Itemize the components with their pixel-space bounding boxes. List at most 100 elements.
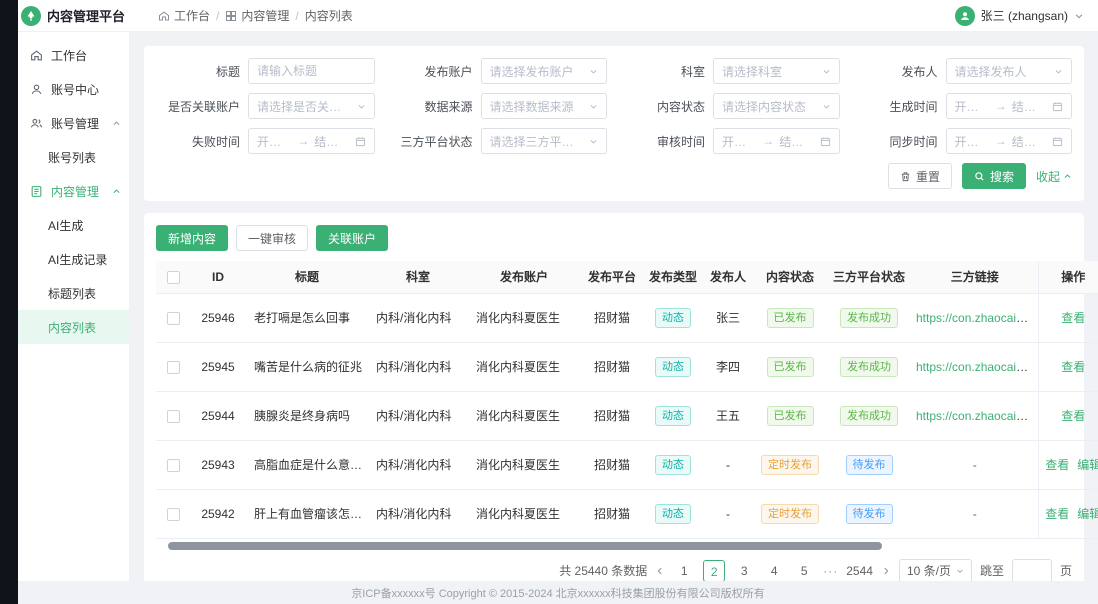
table-header-row: ID 标题 科室 发布账户 发布平台 发布类型 发布人 内容状态 三方平台状态 … (156, 261, 1098, 293)
pages-ellipsis[interactable]: ··· (823, 564, 838, 578)
sidebar-group-account-mgmt[interactable]: 账号管理 (18, 106, 129, 140)
page-button-last[interactable]: 2544 (846, 560, 873, 582)
publisher-label: 发布人 (854, 63, 938, 80)
col-actions: 操作 (1038, 261, 1098, 293)
sidebar-item-ai-record[interactable]: AI生成记录 (18, 242, 129, 276)
users-icon (30, 117, 44, 130)
select-all-checkbox[interactable] (167, 271, 180, 284)
source-select[interactable]: 请选择数据来源 (481, 93, 608, 119)
row-checkbox[interactable] (167, 312, 180, 325)
collapse-filters-link[interactable]: 收起 (1036, 168, 1072, 185)
pub-account-select[interactable]: 请选择发布账户 (481, 58, 608, 84)
content-status-select[interactable]: 请选择内容状态 (713, 93, 840, 119)
range-arrow: → (995, 99, 1007, 113)
reset-button[interactable]: 重置 (888, 163, 952, 189)
cell-publisher: 张三 (702, 293, 754, 342)
cell-dept: 内科/消化内科 (368, 391, 468, 440)
breadcrumb-workbench[interactable]: 工作台 (158, 7, 210, 24)
publisher-select[interactable]: 请选择发布人 (946, 58, 1073, 84)
search-button[interactable]: 搜索 (962, 163, 1026, 189)
fail-time-range[interactable]: 开始日期 → 结束日期 (248, 128, 375, 154)
page-button[interactable]: 1 (673, 560, 695, 582)
horizontal-scrollbar-thumb[interactable] (168, 542, 882, 550)
link-account-button[interactable]: 关联账户 (316, 225, 388, 251)
user-icon (30, 83, 44, 96)
row-checkbox[interactable] (167, 508, 180, 521)
dept-select[interactable]: 请选择科室 (713, 58, 840, 84)
add-content-button[interactable]: 新增内容 (156, 225, 228, 251)
title-input[interactable] (248, 58, 375, 84)
page-suffix-label: 页 (1060, 562, 1072, 579)
page-button[interactable]: 4 (763, 560, 785, 582)
gen-time-label: 生成时间 (854, 98, 938, 115)
cell-account: 消化内科夏医生 (468, 440, 580, 489)
third-status-label: 三方平台状态 (389, 133, 473, 150)
status-tag: 定时发布 (761, 504, 819, 524)
third-link[interactable]: - (973, 458, 977, 472)
calendar-icon (820, 136, 831, 147)
batch-audit-button[interactable]: 一键审核 (236, 225, 308, 251)
jump-label: 跳至 (980, 562, 1004, 579)
third-link[interactable]: https://con.zhaocaimao... (916, 360, 1038, 374)
jump-page-input[interactable] (1012, 559, 1052, 582)
cell-id: 25942 (190, 489, 246, 538)
third-link[interactable]: - (973, 507, 977, 521)
sidebar-item-content-list[interactable]: 内容列表 (18, 310, 129, 344)
sidebar-group-content-mgmt[interactable]: 内容管理 (18, 174, 129, 208)
col-third-status: 三方平台状态 (826, 261, 912, 293)
chevron-up-icon (112, 119, 121, 128)
view-button[interactable]: 查看 (1045, 507, 1069, 521)
row-checkbox[interactable] (167, 361, 180, 374)
next-page-button[interactable] (881, 566, 891, 576)
sidebar-item-title-list[interactable]: 标题列表 (18, 276, 129, 310)
page-button[interactable]: 3 (733, 560, 755, 582)
sync-time-label: 同步时间 (854, 133, 938, 150)
view-button[interactable]: 查看 (1061, 360, 1085, 374)
view-button[interactable]: 查看 (1061, 409, 1085, 423)
sidebar-item-ai-generate[interactable]: AI生成 (18, 208, 129, 242)
page-button[interactable]: 5 (793, 560, 815, 582)
view-button[interactable]: 查看 (1045, 458, 1069, 472)
chevron-down-icon (822, 102, 831, 111)
type-tag: 动态 (655, 357, 691, 377)
third-link[interactable]: https://con.zhaocaimao... (916, 311, 1038, 325)
user-avatar (955, 6, 975, 26)
chevron-up-icon (112, 187, 121, 196)
edit-button[interactable]: 编辑 (1077, 507, 1098, 521)
fail-time-label: 失败时间 (156, 133, 240, 150)
type-tag: 动态 (655, 504, 691, 524)
col-account: 发布账户 (468, 261, 580, 293)
sync-time-range[interactable]: 开始日期 → 结束日期 (946, 128, 1073, 154)
sidebar-item-account-list[interactable]: 账号列表 (18, 140, 129, 174)
edit-button[interactable]: 编辑 (1077, 458, 1098, 472)
cell-publisher: 李四 (702, 342, 754, 391)
third-status-tag: 待发布 (846, 455, 893, 475)
sidebar-item-workbench[interactable]: 工作台 (18, 38, 129, 72)
third-link[interactable]: https://con.zhaocaimao... (916, 409, 1038, 423)
page-button-active[interactable]: 2 (703, 560, 725, 582)
audit-time-range[interactable]: 开始日期 → 结束日期 (713, 128, 840, 154)
cell-account: 消化内科夏医生 (468, 293, 580, 342)
chevron-down-icon (1054, 67, 1063, 76)
document-icon (30, 185, 44, 198)
table-row: 25944 胰腺炎是终身病吗 内科/消化内科 消化内科夏医生 招财猫 动态 王五… (156, 391, 1098, 440)
breadcrumb-content-mgmt[interactable]: 内容管理 (225, 7, 289, 24)
view-button[interactable]: 查看 (1061, 311, 1085, 325)
page-size-select[interactable]: 10 条/页 (899, 559, 972, 582)
prev-page-button[interactable] (655, 566, 665, 576)
filter-panel: 标题 发布账户 请选择发布账户 科室 请选择科室 发布人 (144, 46, 1084, 201)
calendar-icon (1052, 101, 1063, 112)
third-status-select[interactable]: 请选择三方平台状态 (481, 128, 608, 154)
user-menu[interactable]: 张三 (zhangsan) (955, 6, 1084, 26)
table-toolbar: 新增内容 一键审核 关联账户 (156, 225, 1072, 251)
row-checkbox[interactable] (167, 410, 180, 423)
linked-select[interactable]: 请选择是否关联账户 (248, 93, 375, 119)
app-logo-icon (21, 6, 41, 26)
cell-account: 消化内科夏医生 (468, 489, 580, 538)
chevron-down-icon (357, 102, 366, 111)
row-checkbox[interactable] (167, 459, 180, 472)
gen-time-range[interactable]: 开始日期 → 结束日期 (946, 93, 1073, 119)
sidebar-item-account-center[interactable]: 账号中心 (18, 72, 129, 106)
status-tag: 已发布 (767, 357, 814, 377)
cell-id: 25944 (190, 391, 246, 440)
